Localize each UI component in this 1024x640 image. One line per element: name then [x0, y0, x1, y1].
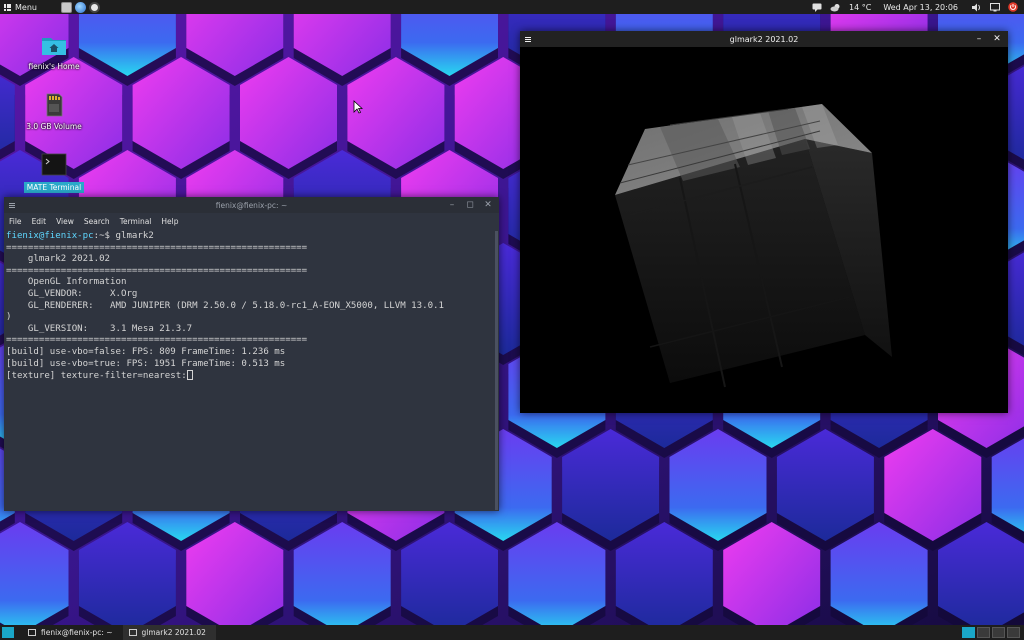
apps-grid-icon: [4, 3, 11, 11]
terminal-window[interactable]: fienix@fienix-pc: ~ – ◻ ✕ File Edit View…: [4, 197, 499, 511]
sd-card-icon: [46, 93, 63, 117]
taskbar-item-terminal[interactable]: fienix@fienix-pc: ~: [22, 625, 123, 640]
close-icon[interactable]: ✕: [991, 33, 1003, 45]
screen-icon[interactable]: [990, 2, 1000, 12]
terminal-scrollbar[interactable]: [495, 231, 498, 510]
launcher-area: [60, 1, 100, 13]
desktop-icon-volume[interactable]: 3.0 GB Volume: [19, 92, 89, 132]
window-menu-icon[interactable]: [520, 36, 536, 42]
desktop-icon-home[interactable]: fienix's Home: [19, 32, 89, 72]
temperature-readout[interactable]: 14 °C: [849, 3, 871, 12]
menu-terminal[interactable]: Terminal: [120, 217, 152, 226]
home-folder-icon: [42, 38, 66, 55]
glmark-title: glmark2 2021.02: [729, 34, 799, 44]
terminal-line: OpenGL Information: [6, 277, 127, 288]
terminal-line: GL_VERSION: 3.1 Mesa 21.3.7: [6, 323, 193, 334]
menu-label: Menu: [15, 2, 37, 12]
top-panel: Menu 14 °C Wed Apr 13, 20:06: [0, 0, 1024, 14]
menu-button[interactable]: Menu: [0, 0, 43, 14]
close-icon[interactable]: ✕: [482, 199, 494, 211]
menu-search[interactable]: Search: [84, 217, 110, 226]
scrollbar-thumb[interactable]: [495, 231, 498, 510]
terminal-prompt-line: fienix@fienix-pc:~$ glmark2: [6, 231, 494, 243]
text-cursor: [186, 370, 193, 381]
desktop-icon-label: MATE Terminal: [23, 182, 85, 193]
terminal-line: glmark2 2021.02: [6, 254, 111, 265]
system-tray: 14 °C Wed Apr 13, 20:06: [812, 0, 1024, 14]
workspace-3[interactable]: [992, 627, 1005, 638]
menu-file[interactable]: File: [9, 217, 22, 226]
bottom-panel: fienix@fienix-pc: ~ glmark2 2021.02: [0, 625, 1024, 640]
terminal-titlebar[interactable]: fienix@fienix-pc: ~ – ◻ ✕: [4, 197, 499, 213]
weather-icon[interactable]: [830, 3, 841, 12]
terminal-line: [build] use-vbo=true: FPS: 1951 FrameTim…: [6, 358, 286, 369]
menu-view[interactable]: View: [56, 217, 74, 226]
terminal-line: ========================================…: [6, 242, 308, 253]
workspace-4[interactable]: [1007, 627, 1020, 638]
terminal-menubar: File Edit View Search Terminal Help: [4, 213, 499, 230]
file-manager-launcher-icon[interactable]: [60, 1, 72, 13]
maximize-icon[interactable]: ◻: [464, 199, 476, 211]
terminal-launcher-icon[interactable]: [88, 1, 100, 13]
taskbar-item-label: fienix@fienix-pc: ~: [41, 628, 113, 637]
terminal-current-line: [texture] texture-filter=nearest:: [6, 370, 494, 383]
clock[interactable]: Wed Apr 13, 20:06: [883, 3, 958, 12]
terminal-line: GL_RENDERER: AMD JUNIPER (DRM 2.50.0 / 5…: [6, 300, 444, 311]
prompt-command: :~$ glmark2: [93, 231, 154, 241]
desktop-icon-label: fienix's Home: [28, 62, 80, 71]
terminal-line: [build] use-vbo=false: FPS: 809 FrameTim…: [6, 346, 286, 357]
glmark-window[interactable]: glmark2 2021.02 – ✕: [520, 31, 1008, 413]
notification-icon[interactable]: [812, 3, 822, 12]
show-desktop-button[interactable]: [2, 627, 14, 638]
desktop-icon-terminal[interactable]: MATE Terminal: [19, 153, 89, 193]
terminal-title: fienix@fienix-pc: ~: [215, 200, 288, 210]
workspace-2[interactable]: [977, 627, 990, 638]
taskbar-item-label: glmark2 2021.02: [141, 628, 206, 637]
render-canvas: [520, 47, 1008, 413]
terminal-task-icon: [28, 629, 36, 636]
menu-help[interactable]: Help: [161, 217, 178, 226]
terminal-line: ========================================…: [6, 265, 308, 276]
web-browser-launcher-icon[interactable]: [74, 1, 86, 13]
terminal-current-text: [texture] texture-filter=nearest:: [6, 371, 187, 382]
desktop-icon-label: 3.0 GB Volume: [26, 122, 82, 131]
volume-icon[interactable]: [972, 3, 982, 12]
minimize-icon[interactable]: –: [446, 199, 458, 211]
workspace-1[interactable]: [962, 627, 975, 638]
minimize-icon[interactable]: –: [973, 33, 985, 45]
window-task-icon: [128, 629, 137, 636]
terminal-output[interactable]: fienix@fienix-pc:~$ glmark2 =============…: [5, 231, 494, 510]
terminal-line: ): [6, 312, 12, 323]
workspace-switcher: [962, 627, 1024, 638]
prompt-user: fienix@fienix-pc: [6, 231, 94, 241]
glmark-titlebar[interactable]: glmark2 2021.02 – ✕: [520, 31, 1008, 47]
terminal-app-icon: [41, 153, 67, 176]
menu-edit[interactable]: Edit: [32, 217, 47, 226]
terminal-line: ========================================…: [6, 335, 308, 346]
terminal-line: GL_VENDOR: X.Org: [6, 288, 138, 299]
window-menu-icon[interactable]: [4, 202, 20, 208]
power-icon[interactable]: [1008, 2, 1018, 12]
taskbar-item-glmark[interactable]: glmark2 2021.02: [122, 625, 216, 640]
mouse-pointer-icon: [353, 100, 363, 114]
